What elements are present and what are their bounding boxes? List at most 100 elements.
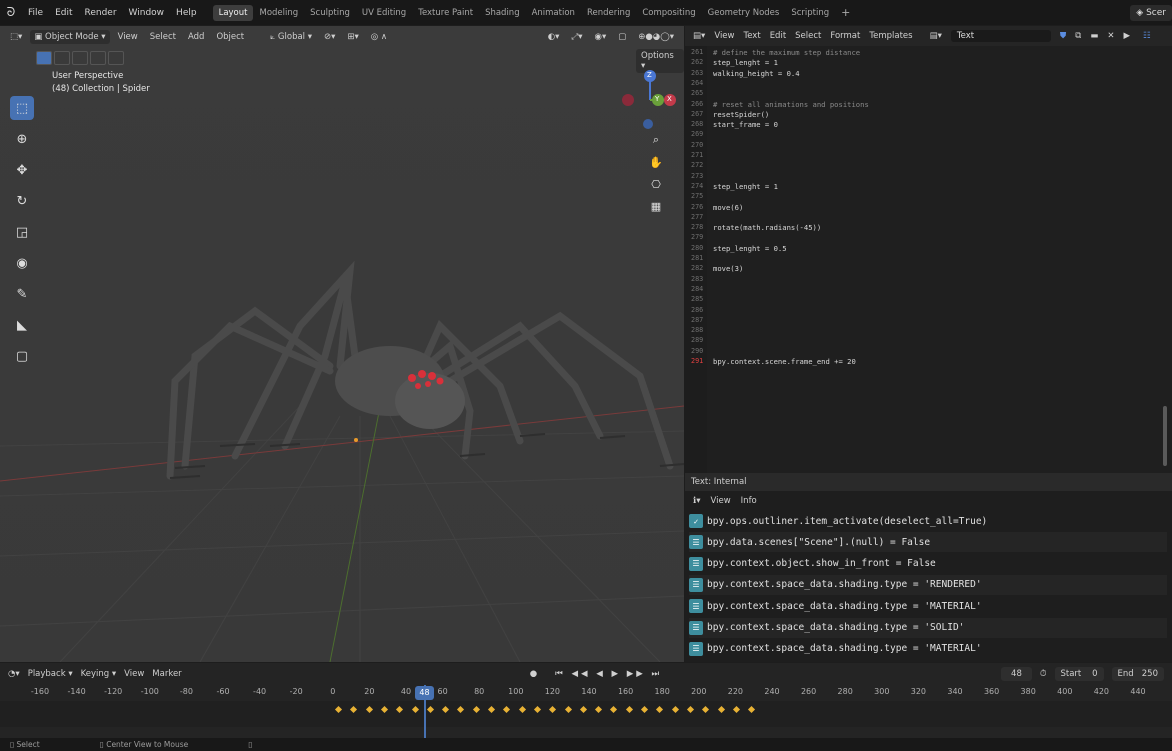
menu-edit[interactable]: Edit (49, 8, 78, 18)
info-log-row[interactable]: ☰ bpy.data.scenes["Scene"].(null) = False (689, 532, 1167, 553)
gizmo-toggle-icon[interactable]: ⤢▾ (567, 30, 586, 44)
menu-window[interactable]: Window (123, 8, 171, 18)
playback-menu[interactable]: Playback ▾ (28, 669, 73, 679)
cursor-icon[interactable]: ⊕ (10, 127, 34, 151)
timeline[interactable]: ◔▾ Playback ▾ Keying ▾ View Marker ● ⏮ ◀… (0, 663, 1172, 738)
stopwatch-icon[interactable]: ⏱ (1040, 669, 1047, 679)
end-frame-field[interactable]: End 250 (1111, 667, 1164, 681)
text-editor-type-icon[interactable]: ▤▾ (693, 31, 705, 41)
tab-scripting[interactable]: Scripting (785, 5, 835, 21)
run-script-icon[interactable]: ▶ (1124, 31, 1131, 41)
info-log-row[interactable]: ☰ bpy.context.space_data.shading.type = '… (689, 596, 1167, 616)
te-menu-templates[interactable]: Templates (869, 31, 912, 41)
tab-compositing[interactable]: Compositing (636, 5, 701, 21)
line-numbers-icon[interactable]: ☷ (1143, 31, 1151, 41)
tab-layout[interactable]: Layout (212, 4, 254, 21)
blender-logo-icon[interactable]: ᘐ (0, 5, 22, 20)
add-cube-icon[interactable]: ▢ (10, 344, 34, 368)
menu-select[interactable]: Select (146, 30, 180, 44)
playback-controls[interactable]: ⏮ ◀◀ ◀ ▶ ▶▶ ⏭ (555, 669, 662, 679)
menu-render[interactable]: Render (79, 8, 123, 18)
overlay-icon[interactable]: ◉▾ (591, 30, 611, 44)
proportional-icon[interactable]: ◎ ∧ (367, 30, 391, 44)
fake-user-icon[interactable]: ⛊ (1060, 31, 1066, 41)
navigation-gizmo[interactable]: Z Y X (622, 70, 682, 130)
zoom-icon[interactable]: ⌕ (646, 130, 666, 150)
frame-ruler[interactable]: -160 -140 -120 -100 -80 -60 -40 -20 0 20 40 60 80 100… (0, 685, 1172, 701)
tab-rendering[interactable]: Rendering (581, 5, 636, 21)
text-editor[interactable]: ▤▾ View Text Edit Select Format Template… (685, 26, 1172, 473)
info-editor[interactable]: ℹ▾ View Info ✓ bpy.ops.outliner.item_acti… (685, 491, 1172, 662)
tl-menu-view[interactable]: View (124, 669, 144, 679)
code-area[interactable]: # define the maximum step distance step_l… (685, 46, 1163, 473)
snap-icon[interactable]: ⊞▾ (343, 30, 362, 44)
info-log-row[interactable]: ☰ bpy.context.space_data.shading.type = '… (689, 639, 1167, 659)
info-menu-view[interactable]: View (711, 496, 731, 506)
scale-icon[interactable]: ◲ (10, 220, 34, 244)
select-subtract-icon[interactable] (72, 51, 88, 65)
current-frame-field[interactable]: 48 (1001, 667, 1032, 681)
frame-tick-label: 20 (364, 687, 375, 696)
text-file-name-field[interactable]: Text (950, 30, 1051, 42)
record-icon[interactable]: ● (530, 669, 537, 679)
menu-add[interactable]: Add (184, 30, 208, 44)
select-box-icon[interactable]: ⬚ (10, 96, 34, 120)
tab-animation[interactable]: Animation (526, 5, 581, 21)
pan-hand-icon[interactable]: ✋ (646, 152, 666, 172)
timeline-editor-type-icon[interactable]: ◔▾ (8, 669, 20, 679)
info-log-row[interactable]: ☰ bpy.context.space_data.shading.type = '… (689, 617, 1167, 638)
ortho-grid-icon[interactable]: ▦ (646, 196, 666, 216)
te-menu-text[interactable]: Text (743, 31, 760, 41)
scene-selector[interactable]: ◈ Scer (1130, 4, 1172, 21)
annotate-icon[interactable]: ✎ (10, 282, 34, 306)
select-intersect-icon[interactable] (108, 51, 124, 65)
unlink-text-icon[interactable]: ✕ (1107, 31, 1114, 41)
mode-dropdown[interactable]: ▣ Object Mode ▾ (30, 30, 110, 44)
shading-modes-icon[interactable]: ⊕●◕◯▾ (634, 30, 678, 44)
rotate-icon[interactable]: ↻ (10, 189, 34, 213)
select-invert-icon[interactable] (90, 51, 106, 65)
menu-help[interactable]: Help (170, 8, 203, 18)
move-icon[interactable]: ✥ (10, 158, 34, 182)
tab-sculpting[interactable]: Sculpting (304, 5, 356, 21)
tab-uv-editing[interactable]: UV Editing (356, 5, 412, 21)
start-frame-field[interactable]: Start 0 (1054, 667, 1104, 681)
menu-file[interactable]: File (22, 8, 49, 18)
keyframe-track[interactable] (0, 701, 1172, 727)
te-menu-select[interactable]: Select (795, 31, 821, 41)
measure-icon[interactable]: ◣ (10, 313, 34, 337)
info-menu-info[interactable]: Info (741, 496, 757, 506)
pivot-icon[interactable]: ⊘▾ (320, 30, 339, 44)
tab-shading[interactable]: Shading (479, 5, 526, 21)
info-editor-type-icon[interactable]: ℹ▾ (693, 496, 701, 506)
info-log-row[interactable]: ✓ bpy.ops.outliner.item_activate(deselect… (689, 511, 1167, 531)
camera-icon[interactable]: ⎔ (646, 174, 666, 194)
te-menu-view[interactable]: View (714, 31, 734, 41)
add-workspace-icon[interactable]: + (835, 6, 856, 19)
tab-texture-paint[interactable]: Texture Paint (412, 5, 479, 21)
transform-icon[interactable]: ◉ (10, 251, 34, 275)
text-datablock-icon[interactable]: ▤▾ (930, 31, 942, 41)
tab-modeling[interactable]: Modeling (253, 5, 304, 21)
property-icon: ☰ (689, 577, 703, 592)
3d-viewport[interactable]: ⬚▾ ▣ Object Mode ▾ View Select Add Objec… (0, 26, 684, 662)
editor-type-icon[interactable]: ⬚▾ (6, 30, 26, 44)
select-new-icon[interactable] (36, 51, 52, 65)
text-scrollbar[interactable] (1163, 406, 1167, 466)
open-text-icon[interactable]: ▬ (1090, 31, 1098, 41)
visibility-icon[interactable]: ◐▾ (544, 30, 564, 44)
new-text-icon[interactable]: ⧉ (1075, 31, 1081, 41)
info-log-row[interactable]: ☰ bpy.context.object.show_in_front = Fals… (689, 554, 1167, 574)
menu-view[interactable]: View (114, 30, 142, 44)
te-menu-edit[interactable]: Edit (770, 31, 786, 41)
keying-menu[interactable]: Keying ▾ (81, 669, 117, 679)
orientation-dropdown[interactable]: ⟀ Global ▾ (266, 30, 316, 44)
tab-geometry-nodes[interactable]: Geometry Nodes (702, 5, 786, 21)
select-extend-icon[interactable] (54, 51, 70, 65)
info-log-row[interactable]: ☰ bpy.context.space_data.shading.type = '… (689, 574, 1167, 595)
te-menu-format[interactable]: Format (830, 31, 860, 41)
playhead-frame-badge[interactable]: 48 (415, 686, 434, 700)
menu-object[interactable]: Object (212, 30, 248, 44)
xray-icon[interactable]: ▢ (614, 30, 630, 44)
tl-menu-marker[interactable]: Marker (152, 669, 181, 679)
